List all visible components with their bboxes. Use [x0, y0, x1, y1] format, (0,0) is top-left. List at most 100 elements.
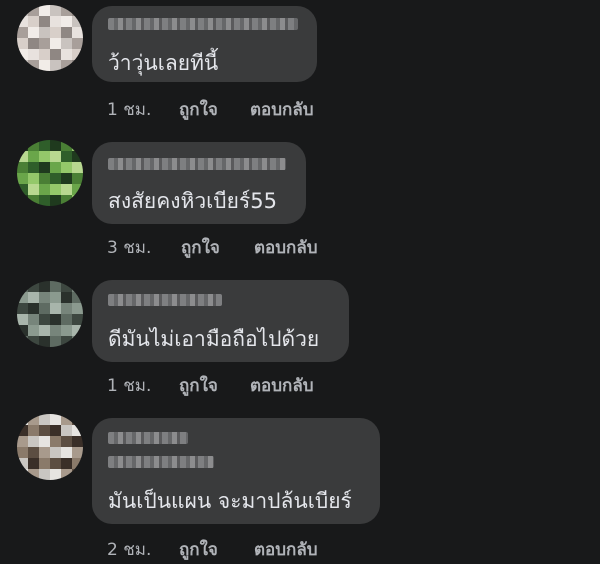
avatar-pixel — [61, 469, 72, 480]
avatar-pixel — [28, 5, 39, 16]
avatar-pixel — [28, 303, 39, 314]
avatar-pixel — [72, 162, 83, 173]
avatar[interactable] — [17, 140, 83, 206]
avatar-pixel — [72, 325, 83, 336]
avatar-pixel — [17, 425, 28, 436]
avatar-pixel — [17, 281, 28, 292]
avatar-pixel — [50, 292, 61, 303]
avatar-pixel — [39, 292, 50, 303]
avatar-pixel — [28, 27, 39, 38]
avatar-pixel — [61, 303, 72, 314]
reply-link[interactable]: ตอบกลับ — [254, 234, 318, 261]
avatar-pixel — [28, 425, 39, 436]
avatar-pixel — [28, 173, 39, 184]
avatar-pixel — [61, 27, 72, 38]
avatar-pixel — [28, 38, 39, 49]
avatar-pixel — [50, 469, 61, 480]
avatar-pixel — [72, 16, 83, 27]
avatar-pixel — [72, 314, 83, 325]
avatar-pixel — [50, 184, 61, 195]
avatar-pixel — [17, 27, 28, 38]
avatar-pixel — [61, 173, 72, 184]
avatar-pixel — [61, 436, 72, 447]
reply-link[interactable]: ตอบกลับ — [254, 536, 318, 563]
avatar[interactable] — [17, 5, 83, 71]
avatar-pixel — [50, 303, 61, 314]
avatar-pixel — [72, 60, 83, 71]
avatar-pixel — [39, 151, 50, 162]
avatar-pixel — [50, 195, 61, 206]
avatar[interactable] — [17, 281, 83, 347]
like-link[interactable]: ถูกใจ — [179, 372, 218, 399]
avatar-pixel — [50, 458, 61, 469]
avatar-pixel — [72, 5, 83, 16]
avatar-pixel — [50, 447, 61, 458]
author-name-blurred[interactable] — [108, 432, 188, 444]
author-name-blurred-line2 — [108, 456, 214, 468]
avatar-pixel — [17, 414, 28, 425]
comment-bubble: ดีมันไม่เอามือถือไปด้วย — [92, 280, 349, 362]
avatar-pixel — [72, 173, 83, 184]
avatar-pixel — [39, 5, 50, 16]
like-link[interactable]: ถูกใจ — [181, 234, 220, 261]
avatar-pixel — [50, 325, 61, 336]
avatar-pixel — [61, 425, 72, 436]
avatar-pixel — [28, 16, 39, 27]
avatar-pixel — [17, 336, 28, 347]
avatar-pixel — [17, 49, 28, 60]
avatar-pixel — [72, 27, 83, 38]
avatar[interactable] — [17, 414, 83, 480]
avatar-pixel — [17, 292, 28, 303]
avatar-pixel — [28, 314, 39, 325]
avatar-pixel — [61, 314, 72, 325]
avatar-pixel — [50, 5, 61, 16]
avatar-pixel — [50, 140, 61, 151]
avatar-pixel — [61, 292, 72, 303]
avatar-pixel — [50, 436, 61, 447]
avatar-pixel — [61, 325, 72, 336]
avatar-pixel — [61, 458, 72, 469]
timestamp: 1 ชม. — [107, 100, 152, 120]
avatar-pixel — [72, 447, 83, 458]
avatar-pixel — [17, 173, 28, 184]
avatar-pixel — [28, 292, 39, 303]
avatar-pixel — [50, 314, 61, 325]
avatar-pixel — [72, 140, 83, 151]
avatar-pixel — [72, 151, 83, 162]
avatar-pixel — [39, 173, 50, 184]
avatar-pixel — [39, 469, 50, 480]
comment-text: ดีมันไม่เอามือถือไปด้วย — [108, 327, 320, 351]
avatar-pixel — [72, 49, 83, 60]
like-link[interactable]: ถูกใจ — [179, 536, 218, 563]
avatar-pixel — [28, 458, 39, 469]
comment-bubble: มันเป็นแผน จะมาปล้นเบียร์ — [92, 418, 380, 524]
timestamp: 2 ชม. — [107, 540, 152, 560]
avatar-pixel — [39, 16, 50, 27]
avatar-pixel — [39, 140, 50, 151]
avatar-pixel — [17, 140, 28, 151]
reply-link[interactable]: ตอบกลับ — [250, 372, 314, 399]
like-link[interactable]: ถูกใจ — [179, 96, 218, 123]
avatar-pixel — [61, 414, 72, 425]
avatar-pixel — [39, 162, 50, 173]
avatar-pixel — [17, 38, 28, 49]
avatar-pixel — [39, 303, 50, 314]
avatar-pixel — [28, 60, 39, 71]
timestamp: 1 ชม. — [107, 376, 152, 396]
avatar-pixel — [28, 281, 39, 292]
avatar-pixel — [39, 49, 50, 60]
reply-link[interactable]: ตอบกลับ — [250, 96, 314, 123]
comment-text: มันเป็นแผน จะมาปล้นเบียร์ — [108, 489, 352, 513]
avatar-pixel — [39, 38, 50, 49]
avatar-pixel — [50, 16, 61, 27]
avatar-pixel — [61, 60, 72, 71]
author-name-blurred[interactable] — [108, 158, 286, 170]
avatar-pixel — [28, 447, 39, 458]
author-name-blurred[interactable] — [108, 294, 222, 306]
avatar-pixel — [72, 414, 83, 425]
avatar-pixel — [28, 469, 39, 480]
comment-bubble: ว้าวุ่นเลยทีนี้ — [92, 6, 317, 82]
avatar-pixel — [39, 447, 50, 458]
author-name-blurred[interactable] — [108, 18, 298, 30]
avatar-pixel — [61, 16, 72, 27]
